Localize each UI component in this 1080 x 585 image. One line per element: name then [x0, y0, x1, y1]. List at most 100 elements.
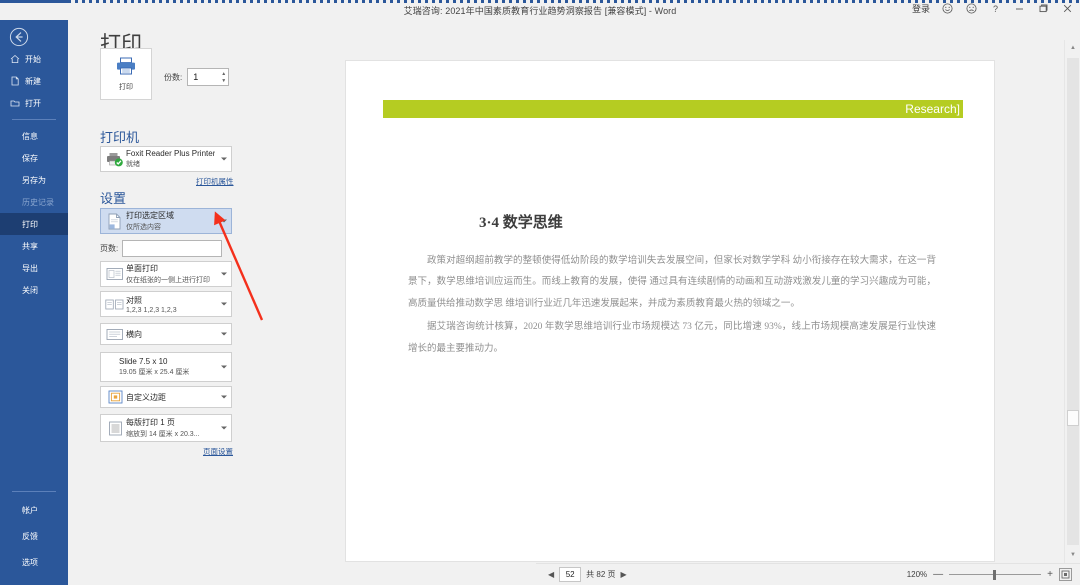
zoom-slider[interactable]	[949, 569, 1042, 581]
sidebar-item-share[interactable]: 共享	[0, 235, 68, 257]
chevron-down-icon[interactable]	[221, 426, 227, 430]
sidebar-item-new[interactable]: 新建	[0, 70, 68, 92]
sidebar-item-history: 历史记录	[0, 191, 68, 213]
printer-select[interactable]: Foxit Reader Plus Printer 就绪	[100, 146, 232, 172]
sidebar-item-label: 共享	[22, 241, 38, 251]
pages-input[interactable]	[122, 240, 223, 257]
printer-section-heading: 打印机	[100, 130, 140, 145]
sidebar-item-home[interactable]: 开始	[0, 48, 68, 70]
chevron-down-icon[interactable]	[221, 157, 227, 161]
printer-status-icon	[104, 152, 126, 167]
document-body: 政策对超纲超前教学的整顿使得低幼阶段的数学培训失去发展空间，但家长对数学学科 幼…	[408, 251, 936, 360]
sided-select[interactable]: 单面打印 仅在纸张的一侧上进行打印	[100, 261, 232, 287]
back-button[interactable]	[8, 26, 30, 48]
pages-per-sheet-select[interactable]: 每版打印 1 页 缩放到 14 厘米 x 20.3...	[100, 414, 232, 442]
page-setup-link[interactable]: 页面设置	[203, 446, 233, 457]
copies-spin-arrows[interactable]: ▲ ▼	[221, 69, 226, 85]
help-icon[interactable]: ?	[989, 2, 1002, 15]
zoom-in-button[interactable]: +	[1047, 569, 1053, 580]
sidebar-item-feedback[interactable]: 反馈	[0, 523, 68, 549]
signin-label[interactable]: 登录	[912, 2, 930, 15]
print-settings-pane: 打印 打印 份数: 1 ▲▼ 打印机 i	[68, 20, 305, 585]
sidebar-item-info[interactable]: 信息	[0, 125, 68, 147]
scrollbar-thumb[interactable]	[1067, 410, 1079, 426]
print-range-title: 打印选定区域	[126, 211, 174, 220]
chevron-down-icon[interactable]	[221, 332, 227, 336]
sidebar-item-open[interactable]: 打开	[0, 92, 68, 114]
scrollbar-track[interactable]	[1067, 58, 1079, 545]
scroll-down-button[interactable]: ▼	[1065, 547, 1080, 563]
sidebar-item-account[interactable]: 帐户	[0, 497, 68, 523]
current-page-field[interactable]: 52	[559, 567, 582, 582]
margins-select[interactable]: 自定义边距	[100, 386, 232, 408]
sidebar-item-label: 另存为	[22, 175, 46, 185]
collate-icon	[104, 298, 126, 311]
sidebar-item-label: 帐户	[22, 505, 38, 515]
next-page-button[interactable]: ▶	[621, 570, 627, 579]
backstage-navigation: 开始 新建 打开 信息 保存 另存为 历史记录 打印 共享 导出 关闭 帐户 反…	[0, 20, 68, 585]
printer-name: Foxit Reader Plus Printer	[126, 149, 216, 158]
sidebar-item-save-as[interactable]: 另存为	[0, 169, 68, 191]
sidebar-item-label: 打印	[22, 219, 38, 229]
backstage-nav-list: 开始 新建 打开 信息 保存 另存为 历史记录 打印 共享 导出 关闭	[0, 48, 68, 301]
print-preview-area: Research] 3·4 数学思维 政策对超纲超前教学的整顿使得低幼阶段的数学…	[268, 20, 1080, 585]
zoom-controls: 120% — +	[907, 568, 1072, 581]
scroll-up-button[interactable]: ▲	[1065, 40, 1080, 56]
pages-field-row: 页数:	[100, 240, 223, 257]
collate-subtitle: 1,2,3 1,2,3 1,2,3	[126, 306, 177, 314]
title-accent	[0, 0, 68, 3]
one-sided-icon	[104, 267, 126, 281]
chevron-down-icon[interactable]	[221, 302, 227, 306]
sidebar-item-label: 关闭	[22, 285, 38, 295]
chevron-down-icon[interactable]	[221, 272, 227, 276]
word-print-backstage: 艾瑞咨询: 2021年中国素质教育行业趋势洞察报告 [兼容模式] - Word …	[0, 0, 1080, 585]
fit-to-page-button[interactable]	[1059, 568, 1072, 581]
chevron-down-icon[interactable]	[221, 395, 227, 399]
orientation-select[interactable]: 横向	[100, 323, 232, 345]
title-bar-controls: 登录 ?	[912, 2, 1074, 15]
paper-size-select[interactable]: Slide 7.5 x 10 19.05 厘米 x 25.4 厘米	[100, 352, 232, 382]
sidebar-item-label: 新建	[25, 76, 41, 86]
restore-icon[interactable]	[1037, 2, 1050, 15]
page-navigator: ◀ 52 共 82 页 ▶	[548, 567, 627, 582]
sidebar-item-save[interactable]: 保存	[0, 147, 68, 169]
sidebar-item-export[interactable]: 导出	[0, 257, 68, 279]
copies-control: 份数: 1 ▲ ▼	[164, 68, 230, 86]
collate-select[interactable]: 对照 1,2,3 1,2,3 1,2,3	[100, 291, 232, 317]
document-heading: 3·4 数学思维	[479, 215, 563, 231]
previous-page-button[interactable]: ◀	[548, 570, 554, 579]
print-range-subtitle: 仅所选内容	[126, 224, 161, 231]
sidebar-item-label: 选项	[22, 557, 38, 567]
sided-subtitle: 仅在纸张的一侧上进行打印	[126, 277, 210, 284]
minimize-icon[interactable]	[1013, 2, 1026, 15]
title-bar: 艾瑞咨询: 2021年中国素质教育行业趋势洞察报告 [兼容模式] - Word …	[0, 0, 1080, 20]
orientation-title: 横向	[126, 329, 142, 339]
chevron-down-icon[interactable]	[221, 219, 227, 223]
print-button[interactable]: 打印	[100, 48, 152, 100]
printer-status: 就绪	[126, 161, 140, 168]
zoom-out-button[interactable]: —	[933, 569, 943, 580]
status-bar: ◀ 52 共 82 页 ▶ 120% — +	[536, 563, 1080, 585]
document-page[interactable]: Research] 3·4 数学思维 政策对超纲超前教学的整顿使得低幼阶段的数学…	[346, 61, 994, 561]
document-paragraph: 政策对超纲超前教学的整顿使得低幼阶段的数学培训失去发展空间，但家长对数学学科 幼…	[408, 256, 936, 309]
sidebar-item-label: 信息	[22, 131, 38, 141]
sidebar-item-options[interactable]: 选项	[0, 549, 68, 575]
frown-face-icon[interactable]	[965, 2, 978, 15]
copies-stepper[interactable]: 1 ▲ ▼	[187, 68, 230, 86]
copies-label: 份数:	[164, 72, 183, 82]
preview-scrollbar[interactable]: ▲ ▼	[1064, 40, 1080, 563]
close-icon[interactable]	[1061, 2, 1074, 15]
print-range-select[interactable]: 打印选定区域 仅所选内容	[100, 208, 232, 234]
sidebar-item-close[interactable]: 关闭	[0, 279, 68, 301]
printer-properties-link[interactable]: 打印机属性	[196, 176, 234, 187]
sidebar-item-print[interactable]: 打印	[0, 213, 68, 235]
sidebar-item-label: 保存	[22, 153, 38, 163]
sidebar-item-label: 导出	[22, 263, 38, 273]
margins-icon	[104, 390, 126, 404]
zoom-slider-knob[interactable]	[993, 569, 997, 580]
smile-face-icon[interactable]	[941, 2, 954, 15]
print-selection-icon	[104, 213, 126, 230]
chevron-down-icon[interactable]	[221, 365, 227, 369]
collate-title: 对照	[126, 295, 142, 305]
settings-section-heading: 设置	[100, 191, 127, 206]
